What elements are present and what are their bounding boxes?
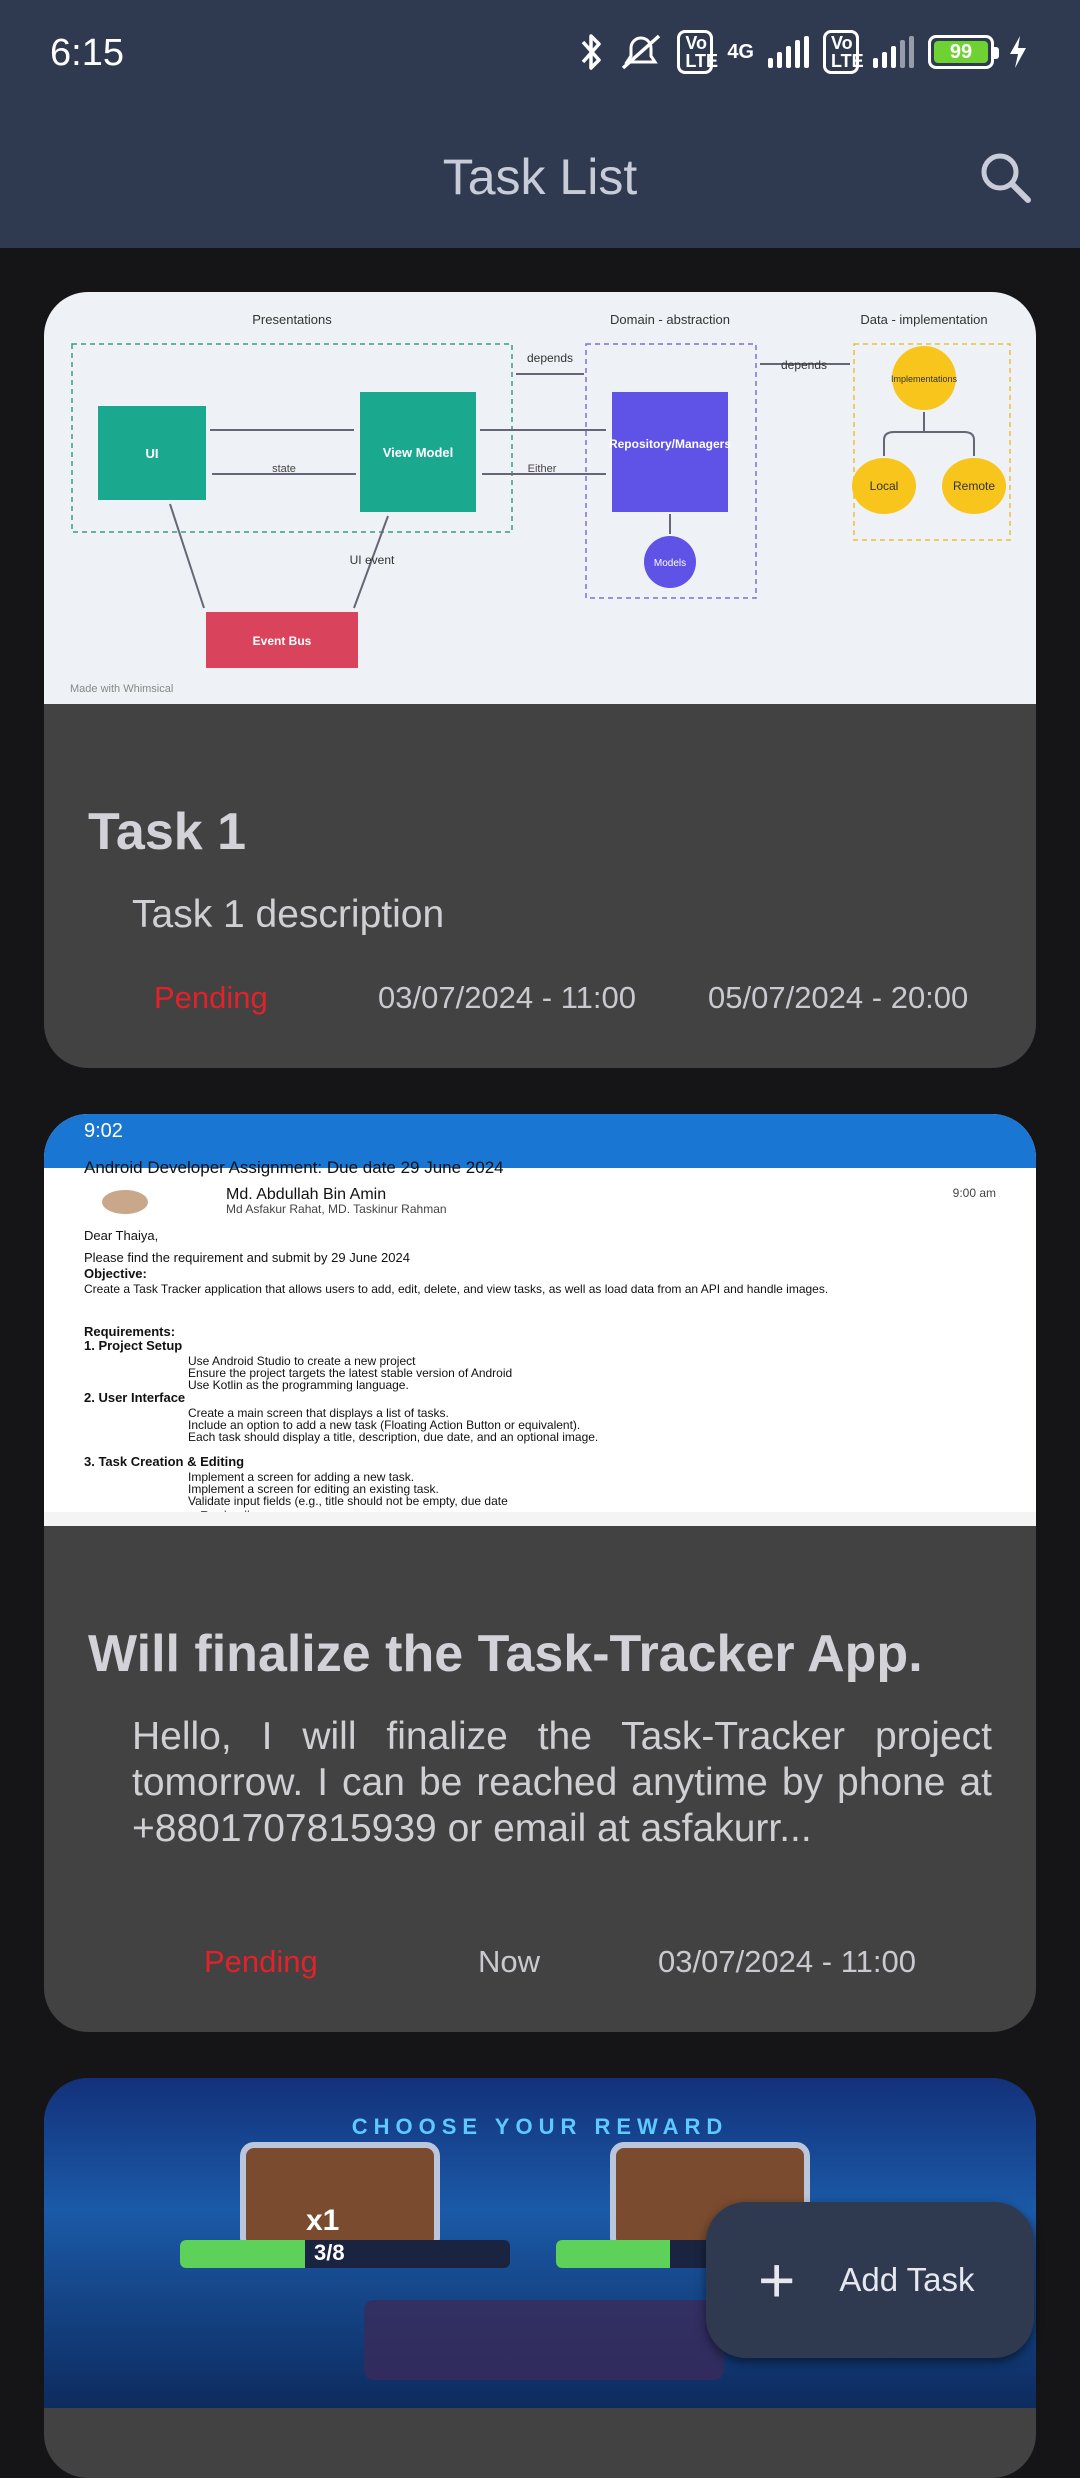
bluetooth-icon: [582, 34, 602, 70]
charging-icon: [1010, 36, 1026, 68]
plus-icon: +: [758, 2244, 796, 2316]
status-badge: Pending: [204, 1944, 318, 1979]
email-section-1: 1. Project Setup: [84, 1338, 183, 1353]
status-icons: Vo LTE 4G Vo LTE 99: [579, 30, 1028, 74]
email-subject: Android Developer Assignment: Due date 2…: [84, 1158, 504, 1177]
reward-progress-bar: [180, 2240, 510, 2268]
label-models: Models: [654, 558, 686, 569]
task-meta: Pending Now 03/07/2024 - 11:00: [204, 1944, 976, 1980]
architecture-diagram: Presentations Domain - abstraction Data …: [70, 312, 1011, 695]
page-title: Task List: [442, 149, 638, 205]
task-card[interactable]: 9:02 Android Developer Assignment: Due d…: [44, 1114, 1036, 2032]
label-data: Data - implementation: [860, 312, 987, 327]
task-description: Task 1 description: [132, 893, 445, 936]
email-item: Validate input fields (e.g., title shoul…: [188, 1494, 508, 1508]
network-type: 4G: [727, 40, 754, 63]
mute-icon: [622, 34, 661, 70]
whimsical-credit: Made with Whimsical: [70, 683, 173, 695]
label-presentations: Presentations: [252, 312, 332, 327]
email-section-3: 3. Task Creation & Editing: [84, 1454, 245, 1469]
search-button[interactable]: [968, 140, 1044, 216]
status-bar: 6:15 Vo LTE 4G Vo LTE 99: [0, 0, 1080, 108]
status-time: 6:15: [50, 32, 124, 74]
signal-icon-2: [873, 36, 914, 68]
task-image: 9:02 Android Developer Assignment: Due d…: [44, 1114, 1036, 1526]
email-requirements-heading: Requirements:: [84, 1324, 176, 1339]
task-image: Presentations Domain - abstraction Data …: [44, 292, 1036, 704]
email-objective-heading: Objective:: [84, 1266, 147, 1281]
email-objective-text: Create a Task Tracker application that a…: [84, 1282, 829, 1296]
reward-card: [240, 2142, 440, 2252]
add-task-button[interactable]: + Add Task: [706, 2202, 1034, 2358]
email-greeting: Dear Thaiya,: [84, 1228, 159, 1243]
volte-badge-2: Vo LTE: [823, 30, 864, 74]
label-domain: Domain - abstraction: [610, 312, 730, 327]
label-depends-2: depends: [781, 358, 827, 372]
add-task-label: Add Task: [839, 2261, 975, 2298]
label-repository: Repository/Managers: [609, 437, 731, 451]
label-ui-event: UI event: [350, 553, 395, 567]
task-meta: Pending 03/07/2024 - 11:00 05/07/2024 - …: [154, 980, 976, 1016]
task-start-date: 03/07/2024 - 11:00: [378, 980, 636, 1015]
task-card[interactable]: Presentations Domain - abstraction Data …: [44, 292, 1036, 1068]
signal-icon: [768, 36, 809, 68]
email-recipients: Md Asfakur Rahat, MD. Taskinur Rahman: [226, 1202, 447, 1216]
email-section-2: 2. User Interface: [84, 1390, 186, 1405]
label-ui: UI: [146, 446, 159, 461]
task-due-date: 05/07/2024 - 20:00: [708, 980, 969, 1015]
battery-icon: 99: [928, 35, 999, 69]
reward-multiplier: x1: [306, 2204, 340, 2237]
task-start-date: Now: [478, 1944, 541, 1979]
task-title: Will finalize the Task-Tracker App.: [88, 1625, 923, 1683]
status-badge: Pending: [154, 980, 268, 1015]
email-status-bar: 9:02: [44, 1114, 1036, 1156]
game-banner: Choose your reward: [351, 2114, 729, 2139]
email-item: Use Kotlin as the programming language.: [188, 1378, 409, 1392]
app-bar: Task List: [0, 108, 1080, 248]
avatar: [102, 1190, 148, 1214]
search-icon: [981, 153, 1031, 203]
label-local: Local: [870, 479, 899, 493]
volte-badge: Vo LTE: [677, 30, 718, 74]
label-remote: Remote: [953, 479, 995, 493]
email-item: Each task should display a title, descri…: [188, 1430, 599, 1444]
task-due-date: 03/07/2024 - 11:00: [658, 1944, 916, 1979]
label-event-bus: Event Bus: [253, 634, 312, 648]
email-intro: Please find the requirement and submit b…: [84, 1250, 410, 1265]
label-implementations: Implementations: [891, 374, 958, 384]
label-either: Either: [528, 463, 557, 475]
label-state: state: [272, 463, 296, 475]
task-title: Task 1: [88, 803, 247, 861]
label-view-model: View Model: [383, 445, 454, 460]
email-time: 9:00 am: [952, 1186, 996, 1200]
reward-progress-text: 3/8: [314, 2240, 345, 2265]
label-depends-1: depends: [527, 351, 573, 365]
task-description: Hello, I will finalize the Task-Tracker …: [132, 1715, 992, 1850]
